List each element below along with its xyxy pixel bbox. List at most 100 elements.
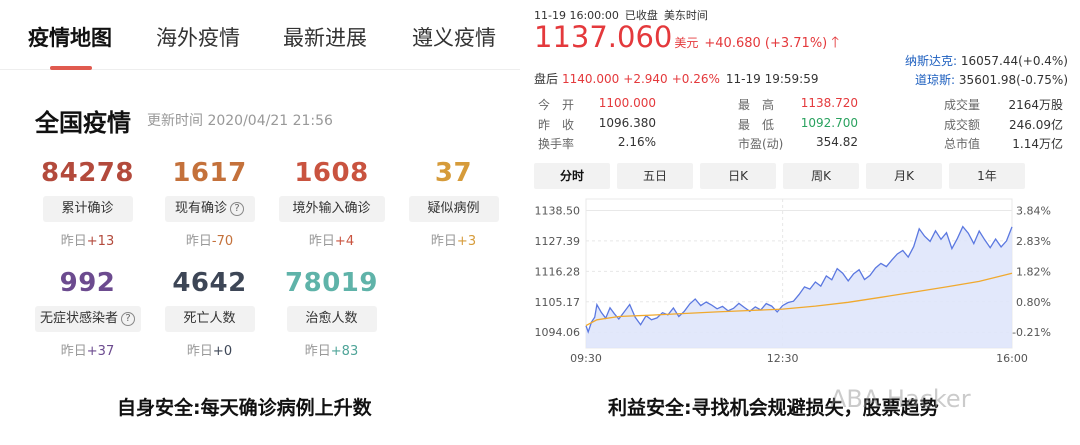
stat-label-chip[interactable]: 无症状感染者? <box>34 306 141 332</box>
stat-label: 境外输入确诊 <box>292 201 371 216</box>
y2-tick-label: 0.80% <box>1016 296 1051 309</box>
arrow-up-icon: 🡑 <box>831 33 840 51</box>
yesterday-prefix: 昨日 <box>185 234 212 249</box>
quote-value: 1092.700 <box>800 116 858 130</box>
y-tick-label: 1138.50 <box>535 204 581 217</box>
quote-value: 354.82 <box>816 135 858 149</box>
stat-value: 4642 <box>172 268 247 298</box>
stat-card: 78019 治愈人数昨日+83 <box>274 268 389 359</box>
price-area <box>586 226 1012 348</box>
stat-value: 992 <box>59 268 116 298</box>
stat-label-chip: 境外输入确诊 <box>278 196 385 222</box>
period-tab[interactable]: 周K <box>783 163 859 189</box>
yesterday-delta: +0 <box>212 344 233 359</box>
watermark: ABA Hacker <box>830 385 971 413</box>
epidemic-tab-bar: 疫情地图 海外疫情 最新进展 遵义疫情 <box>0 0 520 70</box>
stat-label-chip: 治愈人数 <box>286 306 377 332</box>
intraday-chart[interactable]: 1138.50 3.84% 1127.39 2.83% 1116.28 1.82% 1105… <box>528 192 1080 377</box>
stat-value: 37 <box>434 158 473 188</box>
y-tick-label: 1116.28 <box>535 265 581 278</box>
price-change: +40.680 (+3.71%) <box>704 36 828 51</box>
stat-label-chip[interactable]: 现有确诊? <box>164 196 255 222</box>
x-tick-label: 12:30 <box>767 352 799 365</box>
price-row: 1137.060 美元 +40.680 (+3.71%) 🡑 <box>534 20 839 57</box>
yesterday-delta: +3 <box>456 234 477 249</box>
stat-label-chip: 死亡人数 <box>164 306 255 332</box>
after-hours-row: 盘后 1140.000 +2.940 +0.26% 11-19 19:59:59 <box>534 70 818 87</box>
update-time: 更新时间 2020/04/21 21:56 <box>147 113 333 129</box>
epidemic-panel: 疫情地图 海外疫情 最新进展 遵义疫情 全国疫情 更新时间 2020/04/21… <box>0 0 520 380</box>
quote-value: 1100.000 <box>598 96 656 110</box>
index-value: 35601.98(-0.75%) <box>958 73 1068 87</box>
yesterday-delta: +4 <box>334 234 355 249</box>
stat-label: 累计确诊 <box>61 201 114 216</box>
quote-value: 246.09亿 <box>1009 118 1063 132</box>
stat-card: 4642 死亡人数昨日+0 <box>152 268 267 359</box>
tab-overseas[interactable]: 海外疫情 <box>156 22 240 52</box>
period-tab[interactable]: 分时 <box>534 163 610 189</box>
period-tab[interactable]: 1年 <box>949 163 1025 189</box>
stat-value: 1617 <box>172 158 247 188</box>
index-name: 道琼斯: <box>915 73 956 87</box>
help-icon[interactable]: ? <box>121 312 135 326</box>
quote-value: 1.14万亿 <box>1012 137 1063 151</box>
current-price: 1137.060 <box>534 20 673 54</box>
price-unit: 美元 <box>674 36 699 50</box>
after-hours-change: +2.940 <box>623 72 668 86</box>
yesterday-delta: +13 <box>86 234 115 249</box>
yesterday-prefix: 昨日 <box>308 234 335 249</box>
tab-latest-progress[interactable]: 最新进展 <box>283 22 367 52</box>
period-tab-bar: 分时 五日 日K 周K 月K 1年 <box>534 163 1025 189</box>
yesterday-prefix: 昨日 <box>304 344 331 359</box>
stat-yesterday: 昨日+3 <box>396 230 511 249</box>
stat-label: 死亡人数 <box>183 311 236 326</box>
quote-value: 1096.380 <box>598 116 656 130</box>
period-tab[interactable]: 月K <box>866 163 942 189</box>
help-icon[interactable]: ? <box>230 202 244 216</box>
left-caption: 自身安全:每天确诊病例上升数 <box>117 397 372 419</box>
stat-value: 78019 <box>285 268 378 298</box>
stat-yesterday: 昨日+13 <box>30 230 145 249</box>
after-hours-pct: +0.26% <box>671 72 720 86</box>
stat-card: 992 无症状感染者? 昨日+37 <box>30 268 145 359</box>
stat-yesterday: 昨日-70 <box>152 230 267 249</box>
stat-yesterday: 昨日+83 <box>274 340 389 359</box>
quote-value: 2164万股 <box>1008 98 1063 112</box>
index-nasdaq[interactable]: 纳斯达克: 16057.44(+0.4%) <box>905 52 1068 69</box>
stat-label: 无症状感染者 <box>39 311 118 326</box>
y-tick-label: 1094.06 <box>535 326 581 339</box>
stat-label-chip: 累计确诊 <box>42 196 133 222</box>
section-title: 全国疫情 <box>35 109 131 137</box>
after-hours-time: 11-19 19:59:59 <box>725 72 819 86</box>
stat-card: 84278 累计确诊 昨日+13 <box>30 158 145 249</box>
after-hours-price: 1140.000 <box>562 72 620 86</box>
stat-value: 1608 <box>294 158 369 188</box>
yesterday-delta: +83 <box>330 344 359 359</box>
tab-epidemic-map[interactable]: 疫情地图 <box>28 22 112 52</box>
stat-yesterday: 昨日+4 <box>274 230 389 249</box>
y2-tick-label: 3.84% <box>1016 204 1051 217</box>
index-name: 纳斯达克: <box>904 54 957 68</box>
stat-card: 1617 现有确诊? 昨日-70 <box>152 158 267 249</box>
stat-label: 治愈人数 <box>305 311 358 326</box>
stat-card: 1608 境外输入确诊昨日+4 <box>274 158 389 249</box>
yesterday-prefix: 昨日 <box>430 234 457 249</box>
period-tab[interactable]: 日K <box>700 163 776 189</box>
quote-value: 1138.720 <box>800 96 858 110</box>
y2-tick-label: 1.82% <box>1016 265 1051 278</box>
period-tab[interactable]: 五日 <box>617 163 693 189</box>
x-tick-label: 09:30 <box>570 352 602 365</box>
stat-yesterday: 昨日+37 <box>30 340 145 359</box>
x-tick-label: 16:00 <box>996 352 1028 365</box>
after-hours-label: 盘后 <box>534 72 559 86</box>
tab-zunyi[interactable]: 遵义疫情 <box>412 22 496 52</box>
stat-yesterday: 昨日+0 <box>152 340 267 359</box>
y-tick-label: 1127.39 <box>535 235 581 248</box>
y-tick-label: 1105.17 <box>535 296 581 309</box>
stock-panel: 11-19 16:00:00 已收盘 美东时间 1137.060 美元 +40.680 … <box>528 0 1080 380</box>
quote-value: 2.16% <box>617 135 656 149</box>
y2-tick-label: 2.83% <box>1016 235 1051 248</box>
index-dow[interactable]: 道琼斯: 35601.98(-0.75%) <box>915 71 1068 88</box>
active-tab-indicator <box>50 66 92 70</box>
index-value: 16057.44(+0.4%) <box>960 54 1068 68</box>
